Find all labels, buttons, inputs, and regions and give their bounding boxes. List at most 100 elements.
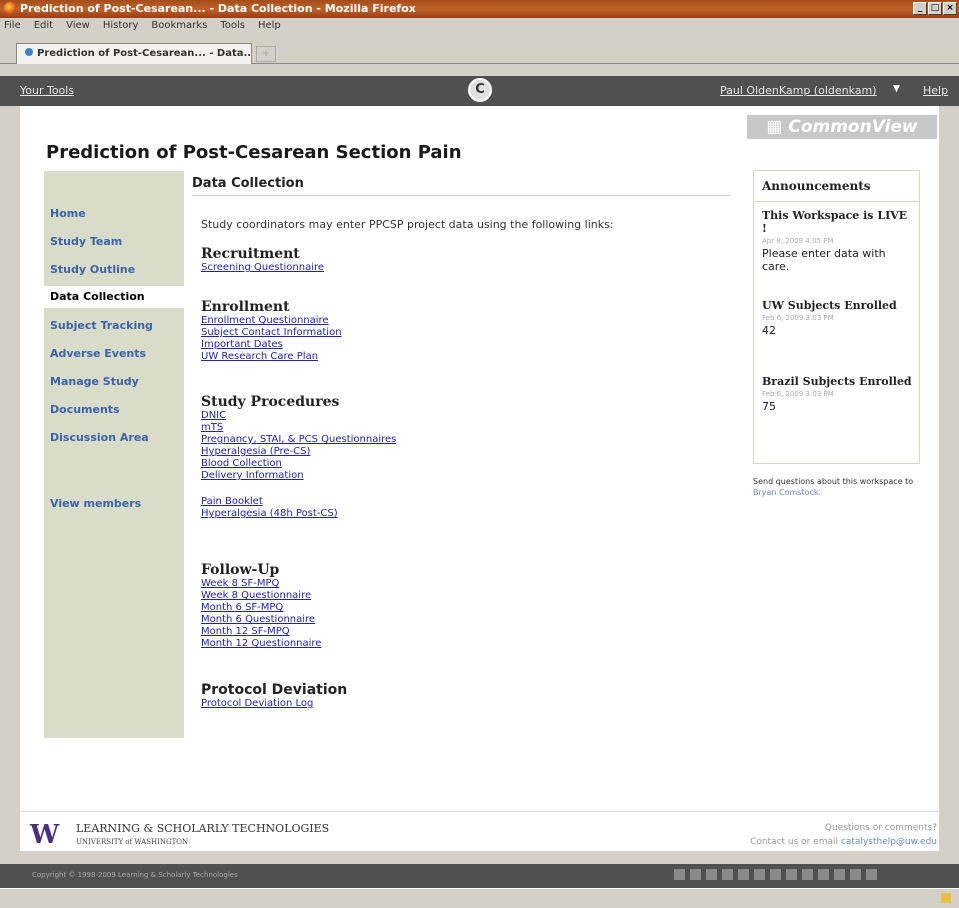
menu-tools[interactable]: Tools [220, 18, 245, 34]
commonview-logo: ▦ CommonView [747, 115, 937, 139]
status-lock-icon [941, 893, 951, 903]
intro-text: Study coordinators may enter PPCSP proje… [201, 218, 614, 231]
group-heading: Follow-Up [201, 562, 280, 578]
nav-item-manage-study[interactable]: Manage Study [44, 371, 184, 393]
menu-bar: File Edit View History Bookmarks Tools H… [0, 18, 959, 34]
link-delivery-information[interactable]: Delivery Information [201, 470, 396, 482]
link-screening-questionnaire[interactable]: Screening Questionnaire [201, 262, 324, 274]
group-heading: Recruitment [201, 246, 300, 262]
link-month-6-sf-mpq[interactable]: Month 6 SF-MPQ [201, 602, 321, 614]
contact-email-link[interactable]: catalysthelp@uw.edu [841, 837, 937, 847]
questions-text: Questions or comments? [824, 823, 937, 833]
link-blood-collection[interactable]: Blood Collection [201, 458, 396, 470]
university-name: UNIVERSITY of WASHINGTON [76, 838, 189, 846]
globe-icon[interactable] [786, 869, 797, 880]
page-title: Prediction of Post-Cesarean Section Pain [46, 142, 462, 163]
send-questions-note: Send questions about this workspace to B… [753, 476, 933, 498]
people-icon[interactable] [754, 869, 765, 880]
menu-help[interactable]: Help [258, 18, 281, 34]
folder-icon[interactable] [706, 869, 717, 880]
firefox-icon [4, 2, 16, 14]
contact-text: Contact us or email [750, 837, 839, 847]
catalyst-logo-icon[interactable]: C [468, 78, 492, 102]
link-week-8-questionnaire[interactable]: Week 8 Questionnaire [201, 590, 321, 602]
nav-item-study-team[interactable]: Study Team [44, 231, 184, 253]
menu-file[interactable]: File [4, 18, 21, 34]
announcement-date: Feb 6, 2009 3:03 PM [762, 390, 834, 398]
announcement-title: This Workspace is LIVE ! [762, 209, 908, 235]
menu-history[interactable]: History [103, 18, 139, 34]
link-dnic[interactable]: DNIC [201, 410, 396, 422]
mail-icon[interactable] [850, 869, 861, 880]
document-icon[interactable] [690, 869, 701, 880]
nav-item-documents[interactable]: Documents [44, 399, 184, 421]
link-hyperalgesia-48h-post-cs[interactable]: Hyperalgesia (48h Post-CS) [201, 508, 396, 520]
contact-line: Contact us or email catalysthelp@uw.edu [750, 837, 937, 847]
window-icon[interactable] [834, 869, 845, 880]
link-enrollment-questionnaire[interactable]: Enrollment Questionnaire [201, 315, 342, 327]
link-month-12-sf-mpq[interactable]: Month 12 SF-MPQ [201, 626, 321, 638]
link-week-8-sf-mpq[interactable]: Week 8 SF-MPQ [201, 578, 321, 590]
help-link[interactable]: Help [923, 84, 948, 97]
group-follow-up: Follow-Up Week 8 SF-MPQ Week 8 Questionn… [201, 562, 321, 650]
announcement-title: UW Subjects Enrolled [762, 299, 897, 312]
announcement-date: Apr 8, 2009 4:05 PM [762, 237, 834, 245]
bottom-bar: Copyright © 1998-2009 Learning & Scholar… [0, 864, 959, 888]
window-title: Prediction of Post-Cesarean... - Data Co… [20, 2, 416, 15]
window-title-bar: Prediction of Post-Cesarean... - Data Co… [0, 0, 959, 18]
nav-item-home[interactable]: Home [44, 203, 184, 225]
announcement-title: Brazil Subjects Enrolled [762, 375, 912, 388]
user-menu-link[interactable]: Paul OldenKamp (oldenkam) [720, 84, 877, 97]
link-hyperalgesia-pre-cs[interactable]: Hyperalgesia (Pre-CS) [201, 446, 396, 458]
contact-person-link[interactable]: Bryan Comstock. [753, 488, 821, 497]
minimize-button[interactable]: _ [913, 2, 927, 15]
group-heading: Enrollment [201, 299, 290, 315]
grid-icon[interactable] [818, 869, 829, 880]
nav-item-data-collection[interactable]: Data Collection [44, 286, 184, 308]
bottom-toolbar [674, 869, 877, 880]
section-title: Data Collection [192, 176, 304, 191]
new-tab-button[interactable]: + [256, 46, 276, 62]
announcement-body: 42 [762, 324, 776, 337]
chat-icon[interactable] [722, 869, 733, 880]
home-icon[interactable] [770, 869, 781, 880]
menu-view[interactable]: View [66, 18, 90, 34]
your-tools-link[interactable]: Your Tools [20, 84, 74, 97]
upload-icon[interactable] [674, 869, 685, 880]
clock-icon[interactable] [802, 869, 813, 880]
announcement-item: This Workspace is LIVE ! Apr 8, 2009 4:0… [762, 209, 912, 273]
section-title-divider [192, 195, 730, 196]
uw-logo[interactable]: W [30, 822, 59, 848]
link-pain-booklet[interactable]: Pain Booklet [201, 496, 396, 508]
group-enrollment: Enrollment Enrollment Questionnaire Subj… [201, 299, 342, 363]
close-button[interactable]: × [943, 2, 957, 15]
nav-item-adverse-events[interactable]: Adverse Events [44, 343, 184, 365]
announcement-body: Please enter data with care. [762, 247, 886, 273]
maximize-button[interactable]: □ [928, 2, 942, 15]
link-month-12-questionnaire[interactable]: Month 12 Questionnaire [201, 638, 321, 650]
chevron-down-icon[interactable]: ▼ [893, 84, 900, 94]
edit-icon[interactable] [866, 869, 877, 880]
announcements-divider [754, 201, 919, 202]
link-important-dates[interactable]: Important Dates [201, 339, 342, 351]
nav-item-subject-tracking[interactable]: Subject Tracking [44, 315, 184, 337]
tools-icon[interactable] [738, 869, 749, 880]
group-protocol-deviation: Protocol Deviation Protocol Deviation Lo… [201, 682, 347, 710]
browser-tab[interactable]: Prediction of Post-Cesarean... - Data... [16, 43, 252, 64]
copyright-text: Copyright © 1998-2009 Learning & Scholar… [32, 871, 238, 879]
browser-tab-label: Prediction of Post-Cesarean... - Data... [37, 48, 252, 59]
link-pregnancy-stai-pcs[interactable]: Pregnancy, STAI, & PCS Questionnaires [201, 434, 396, 446]
link-subject-contact-information[interactable]: Subject Contact Information [201, 327, 342, 339]
link-month-6-questionnaire[interactable]: Month 6 Questionnaire [201, 614, 321, 626]
send-questions-text: Send questions about this workspace to [753, 477, 914, 486]
link-protocol-deviation-log[interactable]: Protocol Deviation Log [201, 698, 347, 710]
link-uw-research-care-plan[interactable]: UW Research Care Plan [201, 351, 342, 363]
nav-item-discussion-area[interactable]: Discussion Area [44, 427, 184, 449]
menu-bookmarks[interactable]: Bookmarks [151, 18, 207, 34]
group-heading: Protocol Deviation [201, 682, 348, 698]
menu-edit[interactable]: Edit [34, 18, 53, 34]
link-mts[interactable]: mTS [201, 422, 396, 434]
nav-item-view-members[interactable]: View members [44, 493, 184, 515]
nav-item-study-outline[interactable]: Study Outline [44, 259, 184, 281]
announcements-title: Announcements [762, 179, 871, 193]
